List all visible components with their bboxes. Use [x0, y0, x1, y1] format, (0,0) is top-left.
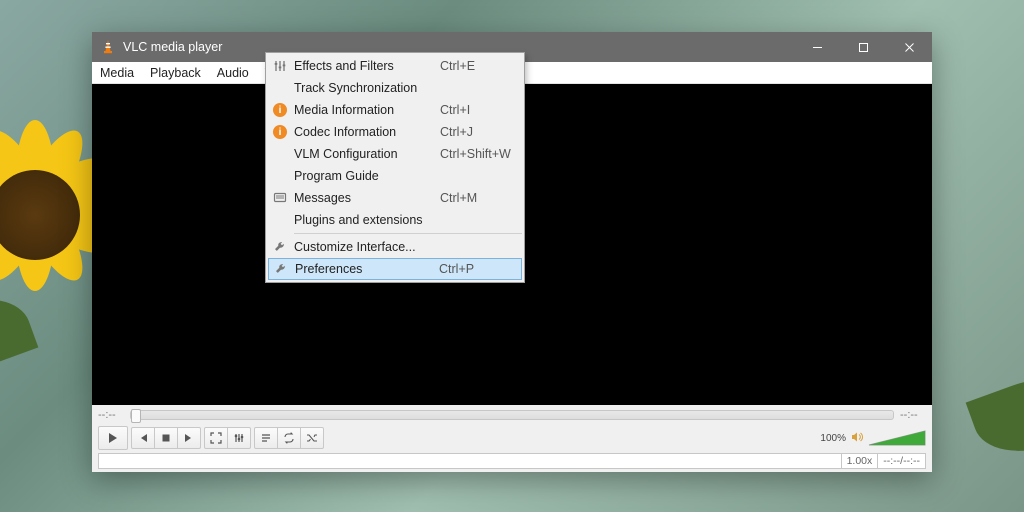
close-button[interactable] — [886, 32, 932, 62]
menu-item-accelerator: Ctrl+Shift+W — [440, 147, 516, 161]
menu-item-customize-interface[interactable]: Customize Interface... — [268, 236, 522, 258]
menu-item-label: Effects and Filters — [290, 59, 440, 73]
time-display: --:--/--:-- — [877, 453, 926, 469]
next-button[interactable] — [177, 427, 201, 449]
wrench-icon — [271, 262, 291, 276]
msg-icon — [270, 191, 290, 205]
play-button[interactable] — [98, 426, 128, 450]
menu-item-track-synchronization[interactable]: Track Synchronization — [268, 77, 522, 99]
menu-item-accelerator: Ctrl+E — [440, 59, 516, 73]
wrench-icon — [270, 240, 290, 254]
minimize-button[interactable] — [794, 32, 840, 62]
menu-item-accelerator: Ctrl+P — [439, 262, 515, 276]
playback-speed[interactable]: 1.00x — [841, 453, 879, 469]
menu-item-accelerator: Ctrl+J — [440, 125, 516, 139]
menu-item-label: Program Guide — [290, 169, 440, 183]
leaf-decoration — [966, 362, 1024, 469]
volume-percent: 100% — [820, 433, 846, 444]
loop-button[interactable] — [277, 427, 301, 449]
menu-item-label: Messages — [290, 191, 440, 205]
ext-settings-button[interactable] — [227, 427, 251, 449]
prev-button[interactable] — [131, 427, 155, 449]
seek-slider[interactable] — [130, 410, 894, 420]
tools-menu-dropdown: Effects and FiltersCtrl+ETrack Synchroni… — [265, 52, 525, 283]
menu-item-label: VLM Configuration — [290, 147, 440, 161]
menu-item-vlm-configuration[interactable]: VLM ConfigurationCtrl+Shift+W — [268, 143, 522, 165]
controls-panel: --:-- --:-- 100% — [92, 405, 932, 472]
remaining-time: --:-- — [900, 409, 926, 421]
menu-item-accelerator: Ctrl+M — [440, 191, 516, 205]
playlist-button[interactable] — [254, 427, 278, 449]
speaker-icon[interactable] — [850, 430, 864, 447]
menu-item-messages[interactable]: MessagesCtrl+M — [268, 187, 522, 209]
menu-media[interactable]: Media — [92, 62, 142, 83]
elapsed-time: --:-- — [98, 409, 124, 421]
volume-slider[interactable] — [868, 429, 926, 447]
info-icon: i — [270, 125, 290, 139]
maximize-button[interactable] — [840, 32, 886, 62]
menu-item-label: Preferences — [291, 262, 439, 276]
menu-item-effects-and-filters[interactable]: Effects and FiltersCtrl+E — [268, 55, 522, 77]
sliders-icon — [270, 59, 290, 73]
menu-playback[interactable]: Playback — [142, 62, 209, 83]
menu-item-label: Media Information — [290, 103, 440, 117]
info-icon: i — [270, 103, 290, 117]
menu-item-label: Codec Information — [290, 125, 440, 139]
menu-separator — [294, 233, 522, 234]
stop-button[interactable] — [154, 427, 178, 449]
menu-item-plugins-and-extensions[interactable]: Plugins and extensions — [268, 209, 522, 231]
shuffle-button[interactable] — [300, 427, 324, 449]
menu-item-label: Track Synchronization — [290, 81, 440, 95]
menu-audio[interactable]: Audio — [209, 62, 257, 83]
menu-item-codec-information[interactable]: iCodec InformationCtrl+J — [268, 121, 522, 143]
menu-item-preferences[interactable]: PreferencesCtrl+P — [268, 258, 522, 280]
menu-item-label: Plugins and extensions — [290, 213, 440, 227]
leaf-decoration — [0, 282, 38, 389]
seek-handle[interactable] — [131, 409, 141, 423]
status-bar — [98, 453, 842, 469]
menu-item-label: Customize Interface... — [290, 240, 440, 254]
fullscreen-button[interactable] — [204, 427, 228, 449]
menu-item-accelerator: Ctrl+I — [440, 103, 516, 117]
vlc-cone-icon — [100, 39, 116, 55]
window-title: VLC media player — [123, 40, 222, 54]
menu-item-program-guide[interactable]: Program Guide — [268, 165, 522, 187]
menu-item-media-information[interactable]: iMedia InformationCtrl+I — [268, 99, 522, 121]
